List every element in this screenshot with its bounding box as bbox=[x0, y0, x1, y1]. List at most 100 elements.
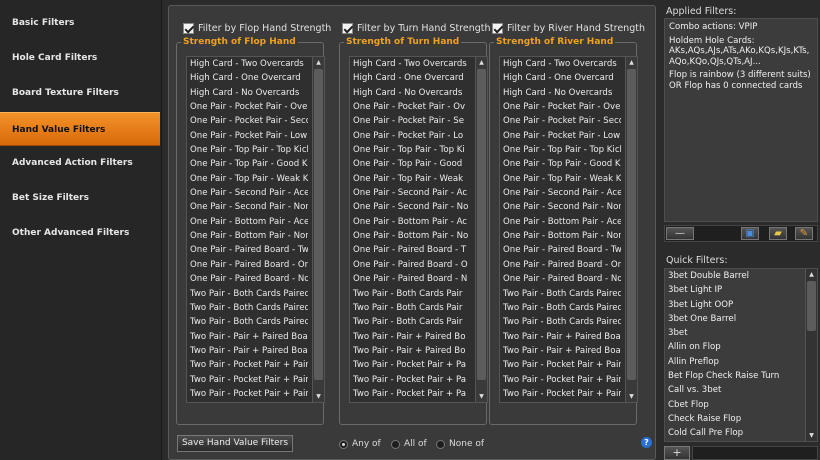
list-item[interactable]: One Pair - Top Pair - Top Kicke bbox=[500, 143, 621, 157]
list-item[interactable]: One Pair - Paired Board - No O bbox=[500, 272, 621, 286]
turn-filter-checkbox-row[interactable]: Filter by Turn Hand Strength bbox=[342, 21, 491, 35]
sidebar-item-hole-card-filters[interactable]: Hole Card Filters bbox=[0, 41, 160, 75]
quick-filter-item[interactable]: Cold Call Pre Flop bbox=[665, 426, 817, 440]
list-item[interactable]: One Pair - Top Pair - Weak Kic bbox=[187, 172, 308, 186]
quick-filter-item[interactable]: Cbet Flop bbox=[665, 398, 817, 412]
list-item[interactable]: One Pair - Paired Board - Two bbox=[500, 243, 621, 257]
flop-filter-checkbox[interactable] bbox=[183, 22, 194, 34]
list-item[interactable]: One Pair - Paired Board - T bbox=[350, 243, 471, 257]
applied-filters-list[interactable]: Combo actions: VPIP Holdem Hole Cards: A… bbox=[664, 18, 818, 222]
list-item[interactable]: One Pair - Top Pair - Top Ki bbox=[350, 143, 471, 157]
sidebar-item-bet-size-filters[interactable]: Bet Size Filters bbox=[0, 181, 160, 215]
list-item[interactable]: High Card - One Overcard bbox=[187, 71, 308, 85]
add-quick-filter-button[interactable]: + bbox=[664, 446, 690, 460]
list-item[interactable]: One Pair - Top Pair - Weak bbox=[350, 172, 471, 186]
scroll-down-icon[interactable]: ▼ bbox=[476, 391, 487, 402]
list-item[interactable]: Two Pair - Pocket Pair + Paired bbox=[187, 387, 308, 401]
list-item[interactable]: One Pair - Pocket Pair - Secon bbox=[187, 114, 308, 128]
quick-filter-item[interactable]: Check Raise Flop bbox=[665, 412, 817, 426]
radio-none-of-indicator[interactable] bbox=[436, 439, 445, 449]
list-item[interactable]: One Pair - Bottom Pair - Ac bbox=[350, 215, 471, 229]
list-item[interactable]: Two Pair - Both Cards Paired - bbox=[187, 287, 308, 301]
edit-icon[interactable]: ✎ bbox=[795, 227, 813, 240]
applied-filter-item[interactable]: Combo actions: VPIP bbox=[669, 22, 813, 33]
list-item[interactable]: High Card - Two Overcards bbox=[350, 57, 471, 71]
scroll-thumb[interactable] bbox=[807, 281, 816, 331]
list-item[interactable]: Two Pair - Both Cards Paired - bbox=[500, 301, 621, 315]
list-item[interactable]: One Pair - Pocket Pair - Low P bbox=[187, 129, 308, 143]
scroll-down-icon[interactable]: ▼ bbox=[313, 391, 324, 402]
scroll-down-icon[interactable]: ▼ bbox=[806, 430, 817, 441]
list-item[interactable]: Two Pair - Pocket Pair + Pa bbox=[350, 387, 471, 401]
radio-none-of[interactable]: None of bbox=[436, 438, 484, 450]
list-item[interactable]: One Pair - Bottom Pair - Non A bbox=[500, 229, 621, 243]
scroll-thumb[interactable] bbox=[627, 69, 636, 380]
scroll-up-icon[interactable]: ▲ bbox=[476, 57, 487, 68]
river-filter-checkbox-row[interactable]: Filter by River Hand Strength bbox=[492, 21, 645, 35]
list-item[interactable]: Two Pair - Pair + Paired Board bbox=[500, 344, 621, 358]
quick-filter-item[interactable]: Allin on Flop bbox=[665, 340, 817, 354]
list-item[interactable]: Two Pair - Pocket Pair + Pa bbox=[350, 373, 471, 387]
flop-strength-listbox[interactable]: High Card - Two Overcards High Card - One… bbox=[186, 56, 325, 403]
list-item[interactable]: One Pair - Second Pair - Non A bbox=[500, 200, 621, 214]
list-item[interactable]: One Pair - Top Pair - Top Kicke bbox=[187, 143, 308, 157]
list-item[interactable]: One Pair - Top Pair - Weak Kic bbox=[500, 172, 621, 186]
river-filter-checkbox[interactable] bbox=[492, 22, 503, 34]
applied-filter-item[interactable]: Flop is rainbow (3 different suits) OR F… bbox=[669, 70, 813, 91]
list-item[interactable]: One Pair - Bottom Pair - Non A bbox=[187, 229, 308, 243]
folder-icon[interactable]: ▰ bbox=[769, 227, 787, 240]
quick-filter-item[interactable]: Call vs. 3bet bbox=[665, 383, 817, 397]
list-item[interactable]: One Pair - Paired Board - No O bbox=[187, 272, 308, 286]
turn-filter-checkbox[interactable] bbox=[342, 22, 353, 34]
list-item[interactable]: High Card - Two Overcards bbox=[187, 57, 308, 71]
flop-filter-checkbox-row[interactable]: Filter by Flop Hand Strength bbox=[183, 21, 331, 35]
quick-filter-item[interactable]: 3bet bbox=[665, 326, 817, 340]
list-item[interactable]: One Pair - Bottom Pair - Ace K bbox=[187, 215, 308, 229]
list-item[interactable]: One Pair - Top Pair - Good Kic bbox=[500, 157, 621, 171]
list-item[interactable]: Two Pair - Both Cards Pair bbox=[350, 315, 471, 329]
quick-filter-item[interactable]: 3bet Double Barrel bbox=[665, 269, 817, 283]
list-item[interactable]: One Pair - Second Pair - Ac bbox=[350, 186, 471, 200]
quick-filter-item[interactable]: 3bet Light IP bbox=[665, 283, 817, 297]
list-item[interactable]: One Pair - Bottom Pair - No bbox=[350, 229, 471, 243]
list-item[interactable]: One Pair - Second Pair - Ace K bbox=[500, 186, 621, 200]
help-icon[interactable]: ? bbox=[641, 437, 652, 448]
radio-all-of-indicator[interactable] bbox=[391, 439, 400, 449]
scroll-up-icon[interactable]: ▲ bbox=[626, 57, 637, 68]
list-item[interactable]: High Card - One Overcard bbox=[350, 71, 471, 85]
list-item[interactable]: One Pair - Pocket Pair - Overp bbox=[187, 100, 308, 114]
list-item[interactable]: Two Pair - Both Cards Paired - bbox=[500, 287, 621, 301]
list-item[interactable]: One Pair - Bottom Pair - Ace K bbox=[500, 215, 621, 229]
list-item[interactable]: High Card - One Overcard bbox=[500, 71, 621, 85]
sidebar-item-basic-filters[interactable]: Basic Filters bbox=[0, 6, 160, 40]
list-item[interactable]: Two Pair - Pair + Paired Bo bbox=[350, 344, 471, 358]
list-item[interactable]: One Pair - Pocket Pair - Secon bbox=[500, 114, 621, 128]
sidebar-item-other-advanced-filters[interactable]: Other Advanced Filters bbox=[0, 216, 160, 250]
sidebar-item-board-texture-filters[interactable]: Board Texture Filters bbox=[0, 76, 160, 110]
applied-filter-item[interactable]: Holdem Hole Cards: AKs,AQs,AJs,ATs,AKo,K… bbox=[669, 36, 813, 68]
list-item[interactable]: One Pair - Paired Board - O bbox=[350, 258, 471, 272]
scroll-thumb[interactable] bbox=[314, 69, 323, 380]
sidebar-item-hand-value-filters[interactable]: Hand Value Filters bbox=[0, 112, 160, 146]
list-item[interactable]: One Pair - Paired Board - N bbox=[350, 272, 471, 286]
list-item[interactable]: One Pair - Second Pair - Ace K bbox=[187, 186, 308, 200]
list-item[interactable]: Two Pair - Both Cards Paired - bbox=[187, 301, 308, 315]
radio-any-of-indicator[interactable] bbox=[339, 439, 348, 449]
save-icon[interactable]: ▣ bbox=[741, 227, 759, 240]
quick-list-scrollbar[interactable]: ▲ ▼ bbox=[805, 269, 817, 441]
remove-filter-button[interactable]: — bbox=[666, 227, 694, 240]
list-item[interactable]: One Pair - Paired Board - Two bbox=[187, 243, 308, 257]
list-item[interactable]: One Pair - Paired Board - One bbox=[500, 258, 621, 272]
sidebar-item-advanced-action-filters[interactable]: Advanced Action Filters bbox=[0, 146, 160, 180]
list-item[interactable]: Two Pair - Both Cards Pair bbox=[350, 287, 471, 301]
list-item[interactable]: Two Pair - Pair + Paired Board bbox=[187, 344, 308, 358]
quick-filter-item[interactable]: 3bet One Barrel bbox=[665, 312, 817, 326]
list-item[interactable]: Two Pair - Pocket Pair + Paired bbox=[187, 358, 308, 372]
quick-filter-item[interactable]: Bet Flop Check Raise Turn bbox=[665, 369, 817, 383]
list-item[interactable]: One Pair - Second Pair - Non A bbox=[187, 200, 308, 214]
turn-strength-listbox[interactable]: High Card - Two Overcards High Card - One… bbox=[349, 56, 488, 403]
list-item[interactable]: Two Pair - Pocket Pair + Paired bbox=[500, 373, 621, 387]
scroll-down-icon[interactable]: ▼ bbox=[626, 391, 637, 402]
list-item[interactable]: Two Pair - Both Cards Paired - bbox=[187, 315, 308, 329]
quick-filters-list[interactable]: 3bet Double Barrel 3bet Light IP 3bet Ligh… bbox=[664, 268, 818, 442]
